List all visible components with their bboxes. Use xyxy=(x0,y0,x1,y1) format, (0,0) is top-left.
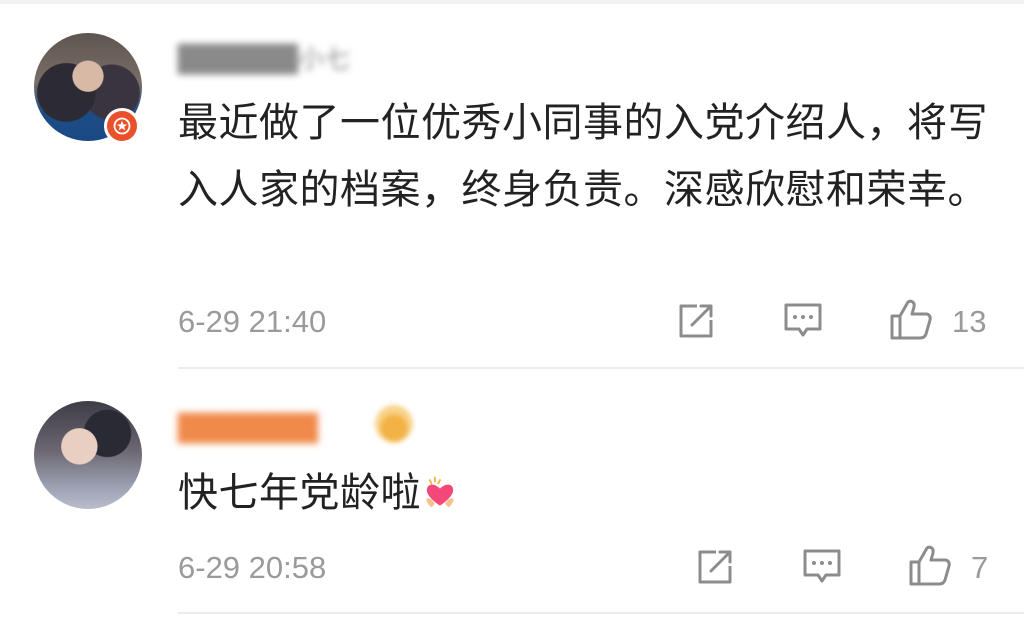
like-button[interactable] xyxy=(888,296,934,342)
share-button[interactable] xyxy=(673,298,719,344)
avatar[interactable] xyxy=(34,401,142,509)
share-icon xyxy=(698,550,732,584)
username[interactable]: ███████ xyxy=(178,413,318,445)
reply-button[interactable] xyxy=(799,544,845,590)
comment-item: ███████ 快七年党龄啦 6-29 20:58 7 xyxy=(0,0,1024,614)
comment-text: 快七年党龄啦 xyxy=(178,460,998,527)
share-icon xyxy=(679,304,713,338)
thumbs-up-icon xyxy=(909,545,951,586)
reply-button[interactable] xyxy=(780,298,826,344)
like-count: 13 xyxy=(952,304,987,339)
divider xyxy=(178,612,1024,614)
thumbs-up-icon xyxy=(890,299,932,340)
like-button[interactable] xyxy=(907,542,953,588)
comment-icon xyxy=(803,549,841,583)
like-count: 7 xyxy=(971,550,989,585)
share-button[interactable] xyxy=(692,544,738,590)
timestamp: 6-29 21:40 xyxy=(178,304,327,339)
divider xyxy=(178,367,1024,369)
comment-icon xyxy=(784,303,822,337)
heart-hands-emoji-icon xyxy=(426,476,454,508)
timestamp: 6-29 20:58 xyxy=(178,550,327,585)
comment-text-content: 快七年党龄啦 xyxy=(178,470,421,516)
member-crown-icon xyxy=(375,405,413,443)
